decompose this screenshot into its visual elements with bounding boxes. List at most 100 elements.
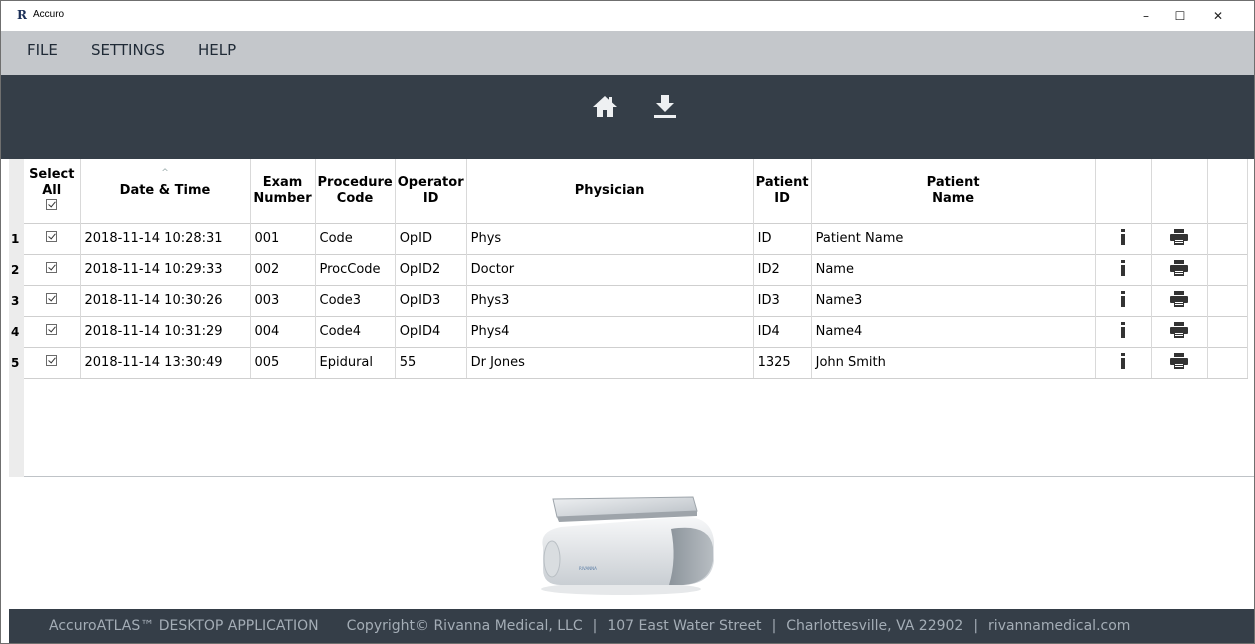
procedure-code-header-label-2: Code bbox=[336, 190, 374, 206]
footer-separator: | bbox=[771, 618, 777, 634]
footer-bar: AccuroATLAS™ DESKTOP APPLICATION Copyrig… bbox=[9, 609, 1254, 643]
info-icon[interactable] bbox=[1120, 321, 1126, 342]
print-cell bbox=[1151, 315, 1208, 347]
procedure-code-header-label-1: Procedure bbox=[317, 174, 393, 190]
cell-date: 2018-11-14 10:31:29 bbox=[80, 315, 251, 347]
patient-id-header-label-1: Patient bbox=[755, 174, 809, 190]
cell-op: 55 bbox=[395, 346, 467, 379]
operator-id-header[interactable]: Operator ID bbox=[395, 159, 467, 223]
menu-help[interactable]: HELP bbox=[198, 41, 236, 59]
patient-name-header[interactable]: Patient Name bbox=[811, 159, 1096, 223]
cell-phys: Dr Jones bbox=[466, 346, 754, 379]
cell-date: 2018-11-14 10:29:33 bbox=[80, 253, 251, 285]
exam-number-header-label-1: Exam bbox=[262, 174, 303, 190]
home-icon[interactable] bbox=[591, 93, 619, 119]
sort-indicator-icon: ^ bbox=[161, 167, 169, 178]
patient-id-header[interactable]: Patient ID bbox=[753, 159, 812, 223]
cell-phys: Phys4 bbox=[466, 315, 754, 347]
print-icon[interactable] bbox=[1170, 290, 1189, 311]
footer-separator: | bbox=[592, 618, 598, 634]
table-row[interactable]: 1 2018-11-14 10:28:31 001 Code OpID Phys ID Pat… bbox=[9, 222, 1248, 254]
spare-column-header bbox=[1207, 159, 1248, 223]
date-time-header[interactable]: ^ Date & Time bbox=[80, 159, 251, 223]
app-window: R Accuro – ☐ ✕ FILE SETTINGS HELP Select… bbox=[0, 0, 1255, 644]
cell-exam: 005 bbox=[250, 346, 316, 379]
device-brand-text: RIVANNA bbox=[579, 566, 597, 571]
physician-header[interactable]: Physician bbox=[466, 159, 754, 223]
select-all-header[interactable]: Select All bbox=[24, 159, 81, 223]
print-icon[interactable] bbox=[1170, 228, 1189, 249]
patient-id-header-label-2: ID bbox=[774, 190, 790, 206]
row-select-cell bbox=[24, 222, 81, 254]
title-bar: R Accuro – ☐ ✕ bbox=[1, 1, 1254, 31]
cell-proc: ProcCode bbox=[315, 253, 396, 285]
row-select-checkbox[interactable] bbox=[46, 262, 58, 273]
footer-website[interactable]: rivannamedical.com bbox=[988, 618, 1130, 634]
spare-cell bbox=[1207, 346, 1248, 379]
table-row[interactable]: 5 2018-11-14 13:30:49 005 Epidural 55 Dr Jone… bbox=[9, 346, 1248, 379]
row-number: 3 bbox=[11, 293, 20, 308]
row-select-cell bbox=[24, 284, 81, 316]
select-all-label: Select bbox=[29, 166, 75, 182]
procedure-code-header[interactable]: Procedure Code bbox=[315, 159, 396, 223]
table-row[interactable]: 3 2018-11-14 10:30:26 003 Code3 OpID3 Phys3 ID… bbox=[9, 284, 1248, 316]
cell-exam: 001 bbox=[250, 222, 316, 254]
row-select-checkbox[interactable] bbox=[46, 231, 58, 242]
info-icon[interactable] bbox=[1120, 352, 1126, 373]
table-row[interactable]: 4 2018-11-14 10:31:29 004 Code4 OpID4 Phys4 ID… bbox=[9, 315, 1248, 347]
cell-phys: Phys bbox=[466, 222, 754, 254]
cell-pid: ID bbox=[753, 222, 812, 254]
cell-pid: ID2 bbox=[753, 253, 812, 285]
info-icon[interactable] bbox=[1120, 259, 1126, 280]
cell-pid: ID4 bbox=[753, 315, 812, 347]
row-select-cell bbox=[24, 346, 81, 379]
exam-grid: Select All ^ Date & Time Exam Number Pro… bbox=[9, 159, 1254, 477]
table-row[interactable]: 2 2018-11-14 10:29:33 002 ProcCode OpID2 Doct… bbox=[9, 253, 1248, 285]
cell-proc: Code3 bbox=[315, 284, 396, 316]
cell-phys: Phys3 bbox=[466, 284, 754, 316]
print-icon[interactable] bbox=[1170, 321, 1189, 342]
close-button[interactable]: ✕ bbox=[1201, 1, 1235, 31]
row-select-cell bbox=[24, 315, 81, 347]
select-all-checkbox[interactable] bbox=[46, 198, 58, 210]
row-select-checkbox[interactable] bbox=[46, 355, 58, 366]
minimize-button[interactable]: – bbox=[1129, 1, 1163, 31]
patient-name-header-label-1: Patient bbox=[926, 174, 980, 190]
cell-pname: Name4 bbox=[811, 315, 1096, 347]
print-cell bbox=[1151, 222, 1208, 254]
info-icon[interactable] bbox=[1120, 228, 1126, 249]
row-select-cell bbox=[24, 253, 81, 285]
print-cell bbox=[1151, 346, 1208, 379]
cell-pid: 1325 bbox=[753, 346, 812, 379]
table-body: 1 2018-11-14 10:28:31 001 Code OpID Phys ID Pat… bbox=[9, 222, 1248, 379]
window-title: Accuro bbox=[33, 9, 65, 20]
cell-exam: 004 bbox=[250, 315, 316, 347]
maximize-button[interactable]: ☐ bbox=[1163, 1, 1197, 31]
row-select-checkbox[interactable] bbox=[46, 324, 58, 335]
cell-pname: Name bbox=[811, 253, 1096, 285]
cell-exam: 002 bbox=[250, 253, 316, 285]
info-icon[interactable] bbox=[1120, 290, 1126, 311]
menu-settings[interactable]: SETTINGS bbox=[91, 41, 165, 59]
physician-header-label: Physician bbox=[574, 182, 645, 198]
cell-date: 2018-11-14 10:28:31 bbox=[80, 222, 251, 254]
cell-pname: Name3 bbox=[811, 284, 1096, 316]
footer-separator: | bbox=[973, 618, 979, 634]
exam-number-header[interactable]: Exam Number bbox=[250, 159, 316, 223]
cell-phys: Doctor bbox=[466, 253, 754, 285]
spare-cell bbox=[1207, 253, 1248, 285]
date-time-header-label: Date & Time bbox=[119, 182, 211, 198]
cell-pid: ID3 bbox=[753, 284, 812, 316]
print-icon[interactable] bbox=[1170, 352, 1189, 373]
cell-date: 2018-11-14 13:30:49 bbox=[80, 346, 251, 379]
info-cell bbox=[1095, 222, 1152, 254]
menu-file[interactable]: FILE bbox=[27, 41, 58, 59]
left-margin bbox=[1, 159, 9, 643]
info-cell bbox=[1095, 346, 1152, 379]
download-icon[interactable] bbox=[651, 93, 679, 119]
toolbar bbox=[1, 75, 1254, 159]
print-icon[interactable] bbox=[1170, 259, 1189, 280]
footer-copyright: Copyright© Rivanna Medical, LLC bbox=[346, 618, 583, 634]
cell-pname: Patient Name bbox=[811, 222, 1096, 254]
row-select-checkbox[interactable] bbox=[46, 293, 58, 304]
